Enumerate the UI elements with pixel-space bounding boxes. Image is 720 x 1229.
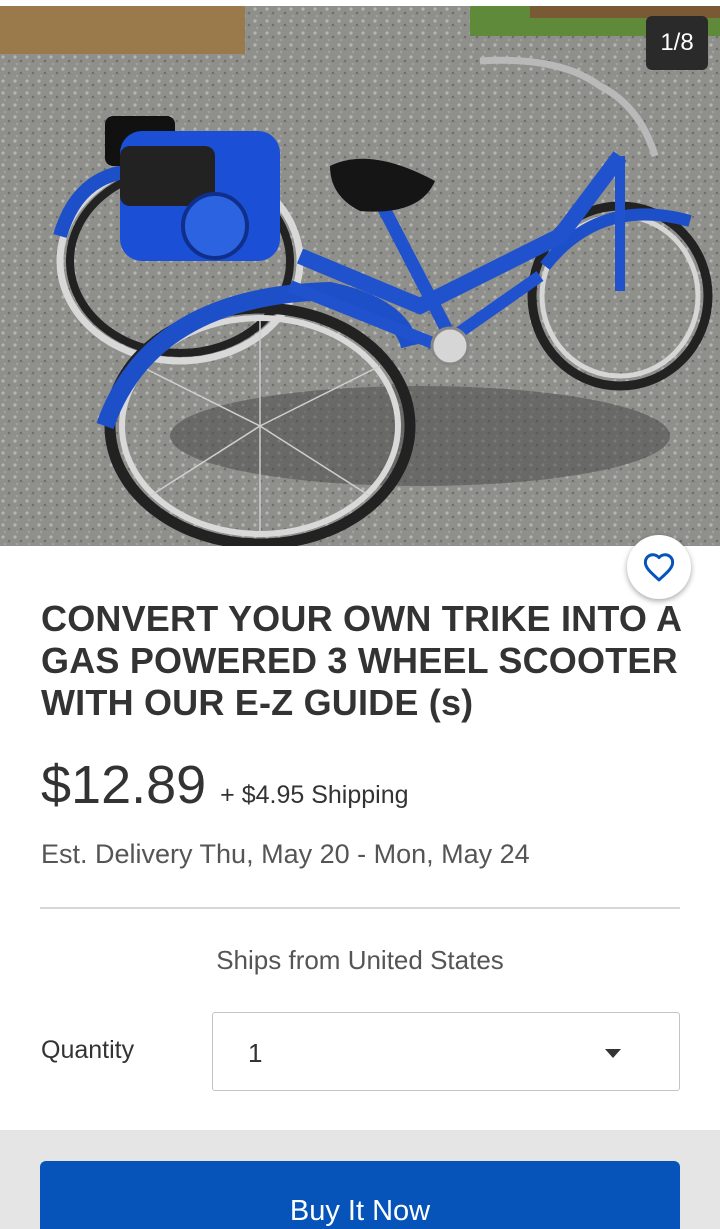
buy-it-now-button[interactable]: Buy It Now <box>40 1161 680 1229</box>
quantity-select[interactable]: 1 <box>212 1012 680 1091</box>
image-counter: 1/8 <box>646 16 708 70</box>
shipping-cost: + $4.95 Shipping <box>220 781 409 809</box>
product-image[interactable] <box>0 6 720 546</box>
ships-from: Ships from United States <box>216 945 504 975</box>
estimated-delivery: Est. Delivery Thu, May 20 - Mon, May 24 <box>41 839 530 869</box>
price-row: $12.89 + $4.95 Shipping <box>41 754 409 816</box>
item-price: $12.89 <box>41 755 207 815</box>
divider <box>40 907 680 909</box>
quantity-value: 1 <box>248 1038 263 1068</box>
watch-button[interactable] <box>627 535 691 599</box>
trike-photo <box>0 6 720 546</box>
quantity-label: Quantity <box>41 1036 135 1064</box>
listing-title: CONVERT YOUR OWN TRIKE INTO A GAS POWERE… <box>41 598 681 723</box>
caret-down-icon <box>605 1049 621 1058</box>
heart-outline-icon <box>643 553 675 582</box>
